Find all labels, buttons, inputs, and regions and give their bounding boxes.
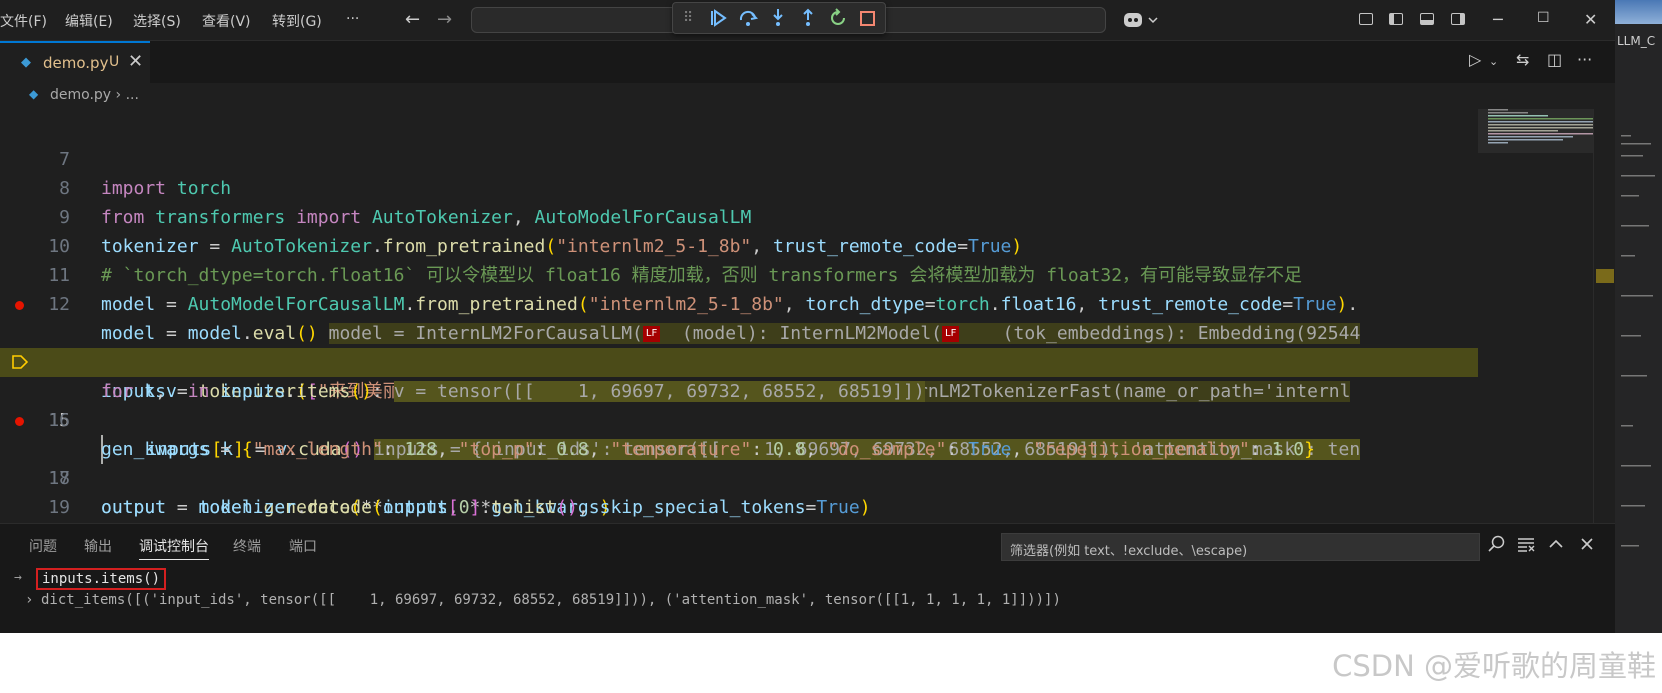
copilot-icon[interactable] bbox=[1122, 9, 1160, 31]
drag-grip-icon[interactable]: ⠿ bbox=[683, 10, 693, 26]
adjacent-window-minimap bbox=[1621, 135, 1655, 547]
adjacent-window-strip: LLM_C bbox=[1615, 0, 1662, 633]
clear-console-icon[interactable] bbox=[1516, 534, 1536, 554]
back-arrow-icon[interactable]: ← bbox=[405, 9, 420, 30]
input-prompt-icon: → bbox=[14, 570, 22, 585]
maximize-icon[interactable]: ☐ bbox=[1537, 10, 1550, 26]
customize-layout-icon[interactable] bbox=[1359, 13, 1373, 25]
toggle-panel-icon[interactable] bbox=[1420, 13, 1434, 25]
code-line: 9 tokenizer = AutoTokenizer.from_pretrai… bbox=[0, 174, 1478, 257]
code-line: 17 output = model.generate(**inputs, **g… bbox=[0, 406, 1478, 518]
tab-debug-console[interactable]: 调试控制台 bbox=[139, 536, 209, 560]
tab-demo-py[interactable]: ◆ demo.py U ✕ bbox=[0, 41, 150, 83]
adjacent-window-titlebar bbox=[1615, 0, 1662, 24]
step-into-icon[interactable] bbox=[767, 7, 789, 29]
debug-toolbar: ⠿ bbox=[672, 2, 886, 34]
close-panel-icon[interactable] bbox=[1577, 534, 1597, 554]
code-line: 16 gen_kwargs = {"max_length": 128, "top… bbox=[0, 377, 1478, 460]
python-file-icon: ◆ bbox=[29, 87, 39, 101]
breadcrumb-file[interactable]: demo.py › ... bbox=[50, 87, 139, 103]
restart-icon[interactable] bbox=[827, 7, 849, 29]
console-result[interactable]: dict_items([('input_ids', tensor([[ 1, 6… bbox=[41, 592, 1061, 608]
code-line: 8 from transformers import AutoTokenizer… bbox=[0, 145, 1478, 228]
title-bar: 文件(F) 编辑(E) 选择(S) 查看(V) 转到(G) ··· ← → ⠿ … bbox=[0, 0, 1615, 41]
overview-ruler[interactable] bbox=[1593, 109, 1615, 523]
code-line: 7 import torch bbox=[0, 116, 1478, 199]
code-line: 14 for k,v in inputs.items(): v = tensor… bbox=[0, 319, 1478, 402]
code-line: 10 # `torch_dtype=torch.float16` 可以令模型以 … bbox=[0, 203, 1478, 286]
menu-selection[interactable]: 选择(S) bbox=[133, 11, 181, 31]
ruler-marker bbox=[1596, 269, 1614, 283]
current-execution-line: 15 inputs[k] = v.cuda() inputs = {'input… bbox=[0, 348, 1478, 464]
breakpoint-icon[interactable] bbox=[15, 301, 24, 310]
more-actions-icon[interactable]: ··· bbox=[1577, 50, 1592, 69]
close-tab-icon[interactable]: ✕ bbox=[128, 51, 143, 72]
code-line: 19 print(output) bbox=[0, 464, 1478, 518]
vscode-window: 文件(F) 编辑(E) 选择(S) 查看(V) 转到(G) ··· ← → ⠿ … bbox=[0, 0, 1615, 633]
run-dropdown-chevron-icon[interactable]: ⌄ bbox=[1489, 55, 1498, 68]
bottom-panel: 问题 输出 调试控制台 终端 端口 筛选器(例如 text、!exclude、\… bbox=[0, 523, 1615, 633]
run-python-icon[interactable]: ▷ bbox=[1469, 50, 1481, 69]
adjacent-window-tab: LLM_C bbox=[1617, 34, 1656, 48]
console-input-expression: inputs.items() bbox=[36, 568, 167, 590]
editor-tab-bar: ◆ demo.py U ✕ bbox=[0, 41, 1615, 83]
python-file-icon: ◆ bbox=[21, 55, 31, 70]
maximize-panel-icon[interactable] bbox=[1546, 534, 1566, 554]
untracked-badge: U bbox=[109, 54, 120, 70]
breakpoint-icon[interactable] bbox=[15, 417, 24, 426]
menu-edit[interactable]: 编辑(E) bbox=[65, 11, 113, 31]
breadcrumb: ◆ demo.py › ... bbox=[0, 83, 1615, 109]
debug-console-filter-input[interactable]: 筛选器(例如 text、!exclude、\escape) bbox=[1001, 533, 1480, 561]
stop-icon[interactable] bbox=[857, 7, 879, 29]
tab-terminal[interactable]: 终端 bbox=[233, 536, 261, 556]
toggle-secondary-sidebar-icon[interactable] bbox=[1451, 13, 1465, 25]
menu-more[interactable]: ··· bbox=[346, 11, 359, 27]
code-line: 12 model = model.eval() model = InternLM… bbox=[0, 261, 1478, 344]
minimize-icon[interactable]: ─ bbox=[1493, 10, 1503, 29]
debug-current-line-icon bbox=[12, 355, 28, 369]
line-code: output = tokenizer.decode(output[0].toli… bbox=[101, 497, 871, 518]
expand-result-chevron-icon[interactable]: › bbox=[25, 592, 33, 608]
menu-file[interactable]: 文件(F) bbox=[0, 11, 47, 31]
close-window-icon[interactable]: ✕ bbox=[1584, 10, 1597, 29]
forward-arrow-icon[interactable]: → bbox=[437, 9, 452, 30]
tab-output[interactable]: 输出 bbox=[84, 536, 112, 556]
code-line: 11 model = AutoModelForCausalLM.from_pre… bbox=[0, 232, 1478, 315]
continue-icon[interactable] bbox=[707, 7, 729, 29]
menu-view[interactable]: 查看(V) bbox=[202, 11, 251, 31]
menu-go[interactable]: 转到(G) bbox=[272, 11, 322, 31]
compare-changes-icon[interactable]: ⇆ bbox=[1516, 50, 1529, 69]
tab-label: demo.py bbox=[43, 54, 109, 72]
watermark-text: CSDN @爱听歌的周童鞋 bbox=[1332, 649, 1656, 683]
code-line: 18 output = tokenizer.decode(output[0].t… bbox=[0, 435, 1478, 518]
step-out-icon[interactable] bbox=[797, 7, 819, 29]
tab-problems[interactable]: 问题 bbox=[29, 536, 57, 556]
line-number: 19 bbox=[48, 497, 70, 518]
search-icon[interactable] bbox=[1487, 534, 1507, 554]
code-line: 13 inputs = tokenizer(["来到美丽的大自然"], retu… bbox=[0, 290, 1478, 402]
split-editor-icon[interactable]: ◫ bbox=[1547, 50, 1562, 69]
code-editor[interactable]: 7 import torch 8 from transformers impor… bbox=[0, 109, 1478, 523]
tab-ports[interactable]: 端口 bbox=[289, 536, 317, 556]
toggle-primary-sidebar-icon[interactable] bbox=[1389, 13, 1403, 25]
step-over-icon[interactable] bbox=[737, 7, 759, 29]
